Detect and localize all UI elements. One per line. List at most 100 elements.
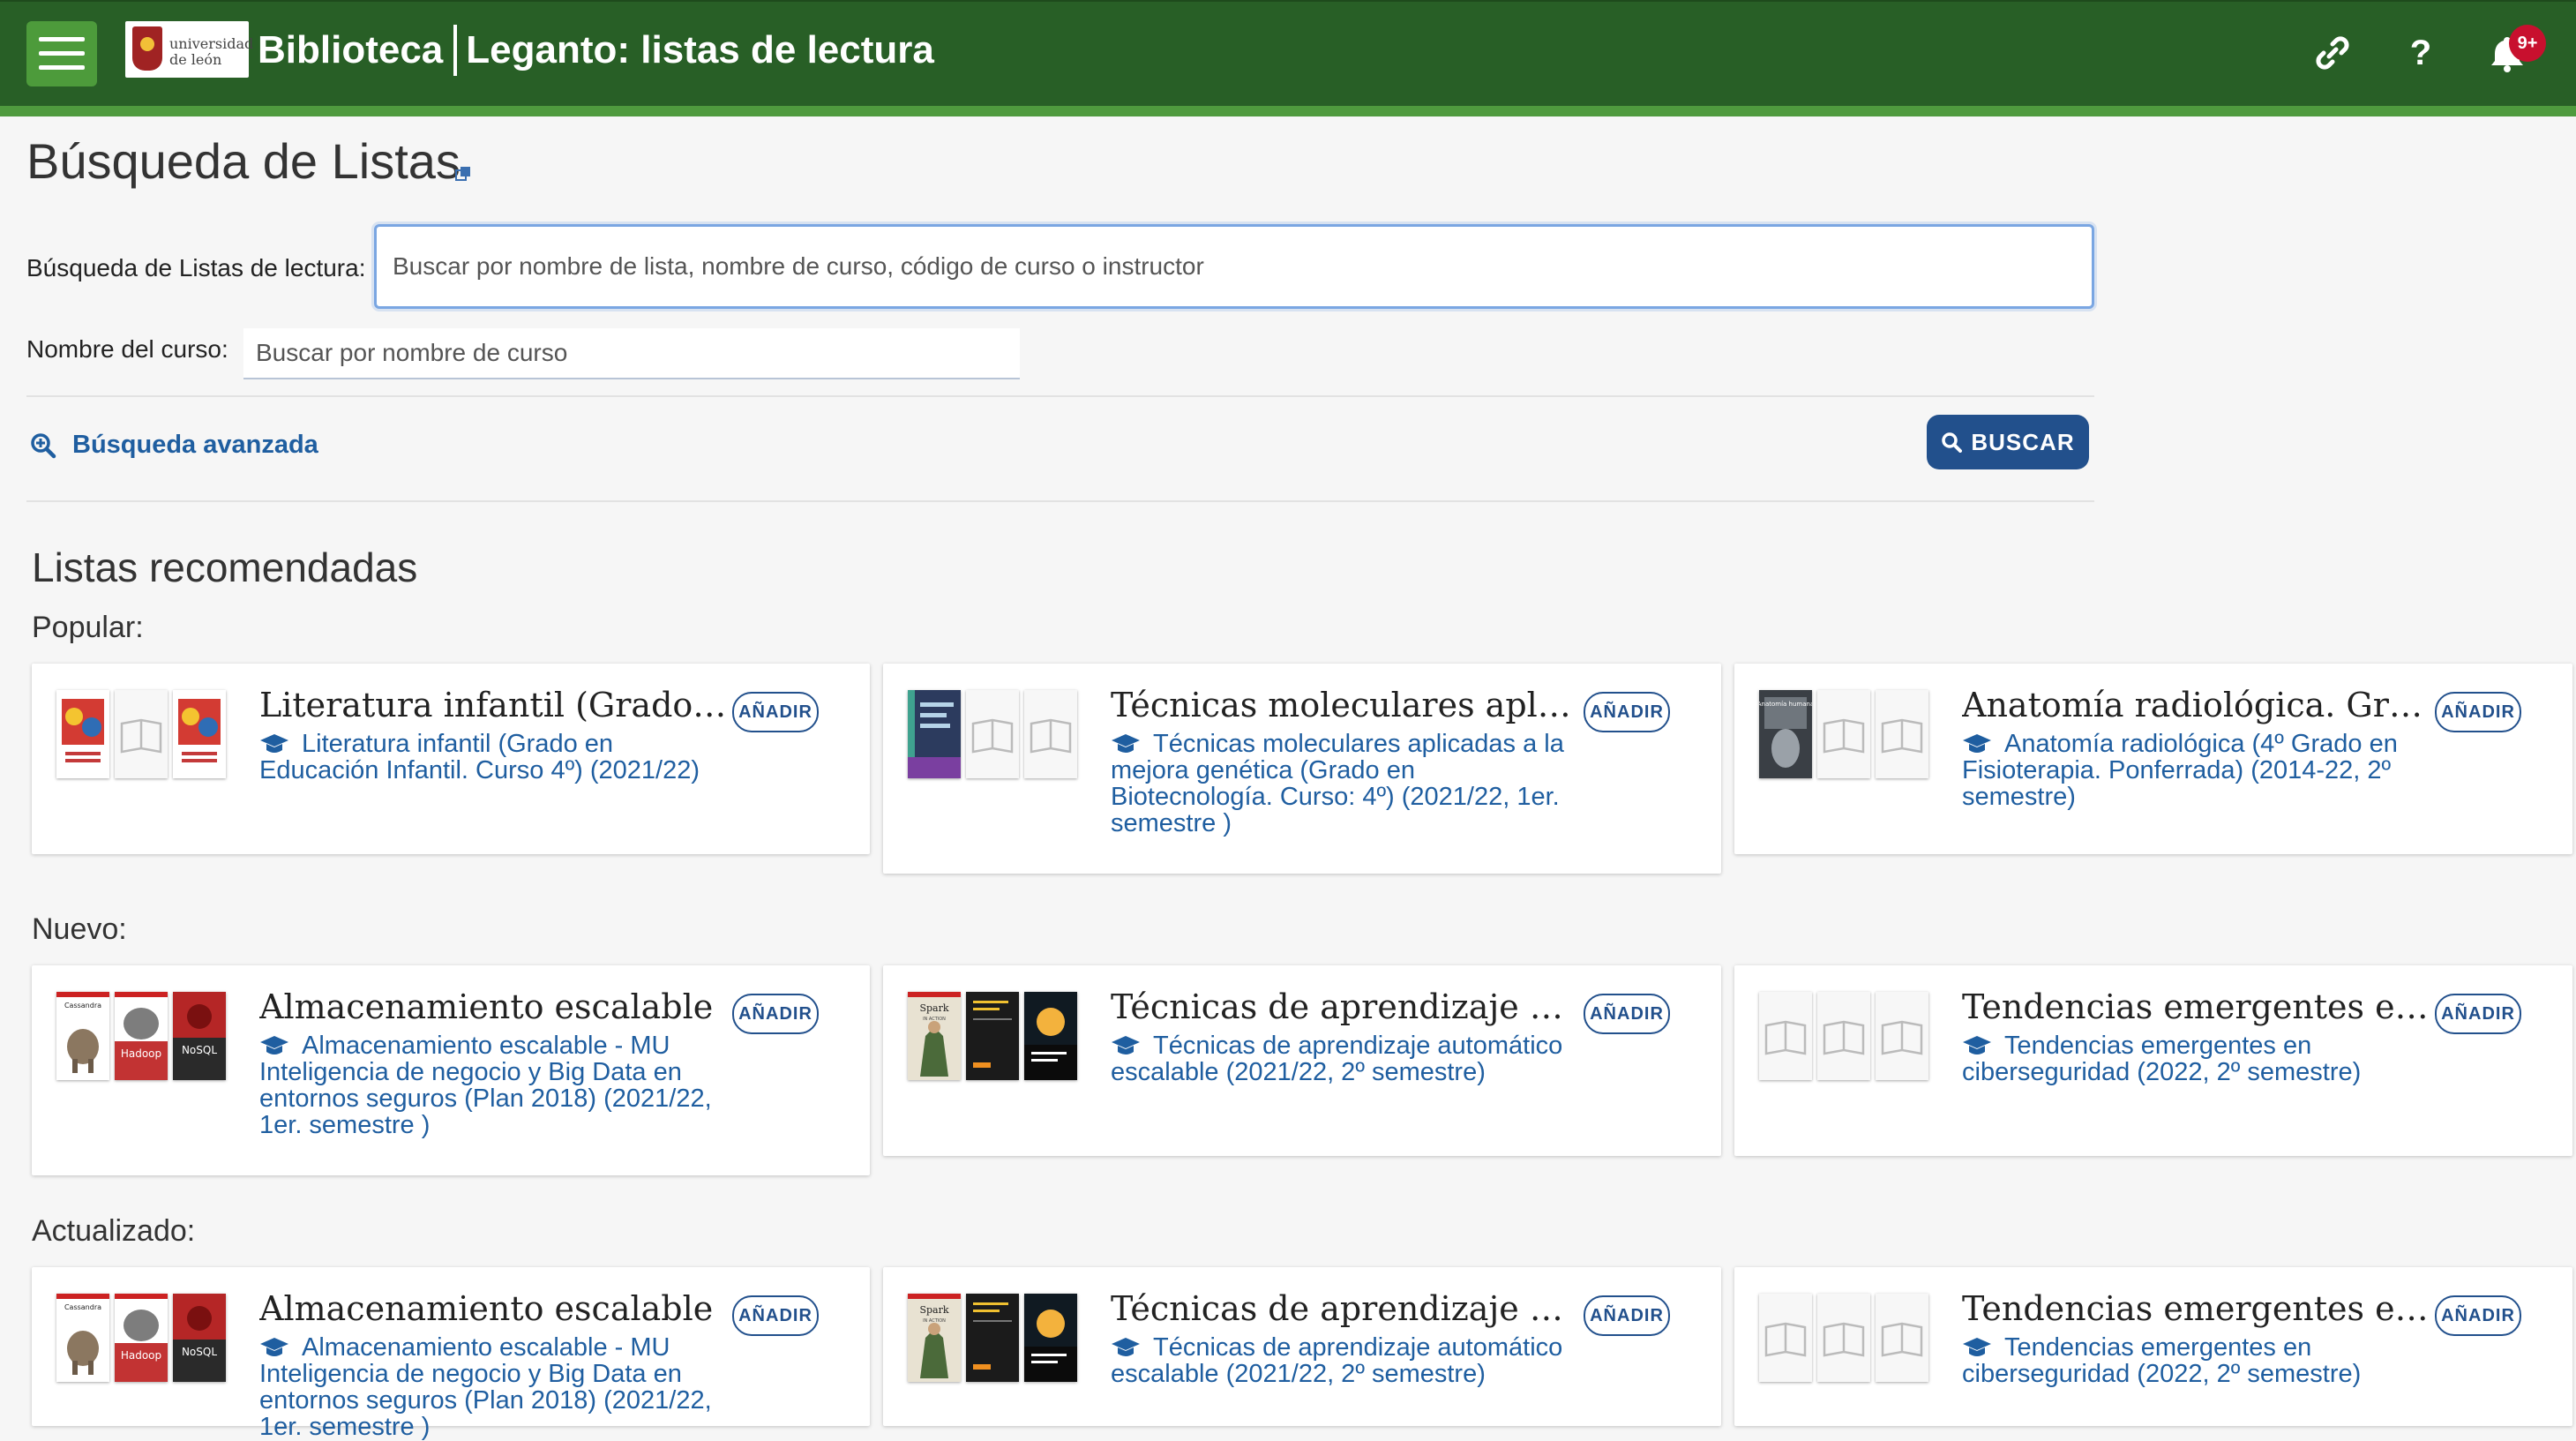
search-icon: [1942, 432, 1963, 453]
book-cover: Cassandra: [56, 1294, 109, 1382]
course-link[interactable]: Almacenamiento escalable - MU Inteligenc…: [259, 1032, 718, 1138]
cover-text-spark: Spark: [919, 1304, 948, 1316]
book-placeholder-icon: [1759, 992, 1812, 1080]
reading-list-search-input[interactable]: [374, 224, 2094, 309]
book-covers: Anatomía humana: [1759, 690, 1932, 780]
book-cover: Hadoop: [115, 992, 168, 1080]
logo-line-1: universidad: [169, 35, 254, 52]
recommended-lists-heading: Listas recomendadas: [32, 544, 418, 590]
add-button[interactable]: AÑADIR: [2435, 1295, 2521, 1336]
course-link-label: Tendencias emergentes en ciberseguridad …: [1962, 1032, 2362, 1086]
course-link-label: Técnicas de aprendizaje automático escal…: [1111, 1333, 1563, 1388]
graduation-cap-icon: [260, 1036, 288, 1054]
cover-text-hadoop: Hadoop: [121, 1349, 161, 1362]
graduation-cap-icon: [1963, 734, 1991, 753]
course-link[interactable]: Técnicas de aprendizaje automático escal…: [1111, 1032, 1569, 1085]
link-icon[interactable]: [2308, 28, 2357, 78]
reading-list-title[interactable]: Literatura infantil (Grado e...: [259, 685, 727, 725]
add-button[interactable]: AÑADIR: [1584, 994, 1670, 1034]
brand-library: Biblioteca: [258, 28, 444, 71]
reading-list-card[interactable]: Spark IN ACTION Técnicas de aprendizaje a…: [883, 965, 1721, 1156]
hamburger-menu-button[interactable]: [26, 21, 97, 86]
book-cover: Spark IN ACTION: [908, 992, 961, 1080]
book-covers: Cassandra Hadoop NoSQL: [56, 1294, 229, 1384]
course-link[interactable]: Técnicas moleculares aplicadas a la mejo…: [1111, 731, 1569, 837]
help-icon[interactable]: ?: [2396, 28, 2445, 78]
book-placeholder-icon: [1876, 992, 1928, 1080]
course-link[interactable]: Almacenamiento escalable - MU Inteligenc…: [259, 1334, 718, 1440]
add-button[interactable]: AÑADIR: [2435, 994, 2521, 1034]
reading-list-card[interactable]: Tendencias emergentes en ... Tendencias …: [1734, 965, 2572, 1156]
reading-list-search-label: Búsqueda de Listas de lectura:: [26, 254, 366, 281]
reading-list-card[interactable]: Anatomía humana Anatomía radiológica. Gr…: [1734, 664, 2572, 854]
book-cover: [1024, 1294, 1077, 1382]
add-button[interactable]: AÑADIR: [732, 692, 819, 732]
reading-list-title[interactable]: Tendencias emergentes en ...: [1962, 987, 2430, 1027]
reading-list-title[interactable]: Técnicas moleculares aplic...: [1111, 685, 1578, 725]
book-covers: [56, 690, 229, 780]
graduation-cap-icon: [1112, 1338, 1140, 1356]
notification-badge: 9+: [2509, 25, 2546, 62]
cover-text-cassandra: Cassandra: [64, 1303, 101, 1311]
course-link[interactable]: Técnicas de aprendizaje automático escal…: [1111, 1334, 1569, 1387]
reading-list-title[interactable]: Técnicas de aprendizaje aut...: [1111, 987, 1578, 1027]
book-cover: [966, 1294, 1019, 1382]
section-label-new: Nuevo:: [32, 912, 127, 946]
cover-text-hadoop: Hadoop: [121, 1047, 161, 1060]
graduation-cap-icon: [1963, 1036, 1991, 1054]
reading-list-card[interactable]: Cassandra Hadoop NoSQL Almacenamiento es…: [32, 965, 870, 1175]
course-link[interactable]: Literatura infantil (Grado en Educación …: [259, 731, 718, 784]
reading-list-title[interactable]: Almacenamiento escalable: [259, 1288, 727, 1329]
graduation-cap-icon: [260, 1338, 288, 1356]
advanced-search-link[interactable]: Búsqueda avanzada: [30, 431, 318, 460]
add-button[interactable]: AÑADIR: [1584, 692, 1670, 732]
app-title: Biblioteca Leganto: listas de lectura: [258, 19, 934, 81]
graduation-cap-icon: [260, 734, 288, 753]
course-link[interactable]: Tendencias emergentes en ciberseguridad …: [1962, 1334, 2421, 1387]
add-button[interactable]: AÑADIR: [732, 994, 819, 1034]
book-placeholder-icon: [966, 690, 1019, 778]
cover-text-cassandra: Cassandra: [64, 1002, 101, 1009]
reading-list-card[interactable]: Cassandra Hadoop NoSQL Almacenamiento es…: [32, 1267, 870, 1440]
graduation-cap-icon: [1112, 1036, 1140, 1054]
add-button[interactable]: AÑADIR: [2435, 692, 2521, 732]
brand-separator: [453, 25, 458, 76]
book-covers: Cassandra Hadoop NoSQL: [56, 992, 229, 1082]
course-name-input[interactable]: [243, 328, 1020, 379]
divider: [26, 500, 2094, 502]
section-label-updated: Actualizado:: [32, 1214, 196, 1248]
logo-line-2: de león: [169, 51, 222, 68]
book-cover: Spark IN ACTION: [908, 1294, 961, 1382]
book-cover: NoSQL: [173, 1294, 226, 1382]
help-label: ?: [2409, 33, 2432, 72]
reading-list-card[interactable]: Spark IN ACTION Técnicas de aprendizaje a…: [883, 1267, 1721, 1426]
reading-list-title[interactable]: Anatomía radiológica. Gra...: [1962, 685, 2430, 725]
course-link-label: Anatomía radiológica (4º Grado en Fisiot…: [1962, 730, 2398, 811]
book-covers: Spark IN ACTION: [908, 1294, 1081, 1384]
zoom-plus-icon: [31, 432, 56, 458]
book-cover: Anatomía humana: [1759, 690, 1812, 778]
book-cover: Hadoop: [115, 1294, 168, 1382]
course-link[interactable]: Anatomía radiológica (4º Grado en Fisiot…: [1962, 731, 2421, 810]
reading-list-card[interactable]: Literatura infantil (Grado e... Literatu…: [32, 664, 870, 854]
external-help-icon[interactable]: [455, 166, 471, 182]
search-button[interactable]: BUSCAR: [1927, 415, 2089, 469]
reading-list-card[interactable]: Tendencias emergentes en ... Tendencias …: [1734, 1267, 2572, 1426]
university-logo[interactable]: universidad de león: [125, 21, 253, 78]
cover-text-anatomia: Anatomía humana: [1759, 701, 1812, 708]
course-link-label: Almacenamiento escalable - MU Inteligenc…: [259, 1032, 712, 1139]
add-button[interactable]: AÑADIR: [732, 1295, 819, 1336]
reading-list-title[interactable]: Almacenamiento escalable: [259, 987, 727, 1027]
advanced-search-label: Búsqueda avanzada: [72, 431, 318, 459]
cover-text-nosql: NoSQL: [182, 1044, 217, 1056]
reading-list-title[interactable]: Tendencias emergentes en ...: [1962, 1288, 2430, 1329]
course-link[interactable]: Tendencias emergentes en ciberseguridad …: [1962, 1032, 2421, 1085]
book-placeholder-icon: [1024, 690, 1077, 778]
book-cover: Cassandra: [56, 992, 109, 1080]
book-placeholder-icon: [1817, 1294, 1870, 1382]
reading-list-title[interactable]: Técnicas de aprendizaje aut...: [1111, 1288, 1578, 1329]
book-cover: [966, 992, 1019, 1080]
reading-list-card[interactable]: Técnicas moleculares aplic... Técnicas m…: [883, 664, 1721, 874]
add-button[interactable]: AÑADIR: [1584, 1295, 1670, 1336]
top-bar: universidad de león Biblioteca Leganto: …: [0, 0, 2576, 116]
